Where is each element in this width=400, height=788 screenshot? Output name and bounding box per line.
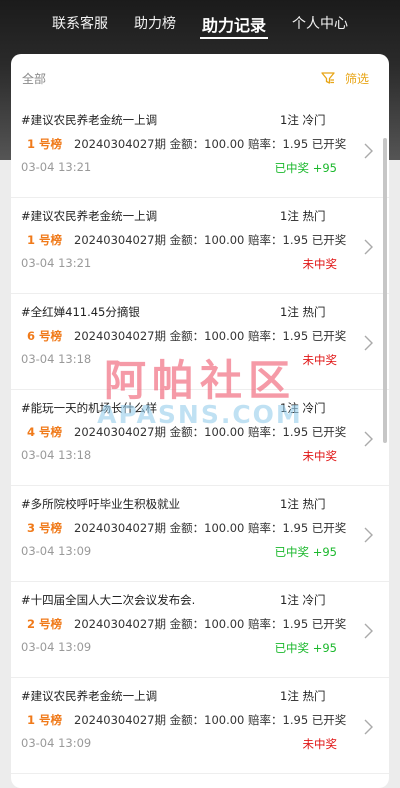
record-title: #全红婵411.45分摘银	[21, 305, 140, 319]
chevron-right-icon	[364, 143, 373, 159]
record-board: 1 号榜	[27, 713, 63, 727]
record-result: 未中奖	[302, 737, 338, 751]
record-title: #十四届全国人大二次会议发布会.	[21, 593, 196, 607]
record-count: 1注 热门	[280, 209, 326, 223]
record-row[interactable]: #建议农民养老金统一上调 1注 热门 1 号榜 20240304027期 金额：…	[11, 678, 389, 774]
record-result: 未中奖	[302, 257, 338, 271]
record-time: 03-04 13:21	[21, 256, 92, 270]
filter-funnel-icon	[321, 72, 335, 84]
record-result: 已中奖 +95	[274, 641, 337, 655]
records-list: #建议农民养老金统一上调 1注 冷门 1 号榜 20240304027期 金额：…	[11, 102, 389, 774]
chevron-right-icon	[364, 623, 373, 639]
record-time: 03-04 13:21	[21, 160, 92, 174]
records-card: 全部 筛选 #建议农民养老金统一上调 1注 冷门 1 号榜 2024030402…	[11, 54, 389, 788]
record-time: 03-04 13:18	[21, 448, 92, 462]
record-count: 1注 热门	[280, 305, 326, 319]
record-count: 1注 冷门	[280, 113, 326, 127]
record-info: 20240304027期 金额：100.00 赔率：1.95 已开奖	[74, 713, 347, 727]
filter-label: 筛选	[344, 71, 369, 86]
record-row[interactable]: #十四届全国人大二次会议发布会. 1注 冷门 2 号榜 20240304027期…	[11, 582, 389, 678]
record-info: 20240304027期 金额：100.00 赔率：1.95 已开奖	[74, 425, 347, 439]
filter-bar: 全部 筛选	[11, 54, 389, 102]
record-time: 03-04 13:18	[21, 352, 92, 366]
record-title: #建议农民养老金统一上调	[21, 689, 158, 703]
chevron-right-icon	[364, 719, 373, 735]
top-nav: 联系客服 助力榜 助力记录 个人中心	[0, 0, 400, 46]
chevron-right-icon	[364, 335, 373, 351]
record-board: 2 号榜	[27, 617, 63, 631]
chevron-right-icon	[364, 527, 373, 543]
record-time: 03-04 13:09	[21, 736, 92, 750]
record-result: 已中奖 +95	[274, 161, 337, 175]
record-result: 已中奖 +95	[274, 545, 337, 559]
record-board: 1 号榜	[27, 137, 63, 151]
record-title: #能玩一天的机场长什么样	[21, 401, 158, 415]
record-board: 6 号榜	[27, 329, 63, 343]
filter-button[interactable]: 筛选	[321, 70, 369, 87]
record-info: 20240304027期 金额：100.00 赔率：1.95 已开奖	[74, 521, 347, 535]
record-row[interactable]: #建议农民养老金统一上调 1注 热门 1 号榜 20240304027期 金额：…	[11, 198, 389, 294]
tab-records[interactable]: 助力记录	[199, 8, 268, 39]
record-count: 1注 冷门	[280, 593, 326, 607]
chevron-right-icon	[364, 239, 373, 255]
record-time: 03-04 13:09	[21, 640, 92, 654]
record-row[interactable]: #建议农民养老金统一上调 1注 冷门 1 号榜 20240304027期 金额：…	[11, 102, 389, 198]
record-info: 20240304027期 金额：100.00 赔率：1.95 已开奖	[74, 329, 347, 343]
filter-all-label[interactable]: 全部	[22, 70, 46, 87]
record-title: #多所院校呼吁毕业生积极就业	[21, 497, 181, 511]
record-board: 3 号榜	[27, 521, 63, 535]
record-result: 未中奖	[302, 353, 338, 367]
record-row[interactable]: #能玩一天的机场长什么样 1注 冷门 4 号榜 20240304027期 金额：…	[11, 390, 389, 486]
record-board: 4 号榜	[27, 425, 63, 439]
tab-customer-service[interactable]: 联系客服	[50, 9, 110, 37]
tab-leaderboard[interactable]: 助力榜	[132, 9, 178, 37]
record-title: #建议农民养老金统一上调	[21, 113, 158, 127]
record-result: 未中奖	[302, 449, 338, 463]
record-count: 1注 热门	[280, 497, 326, 511]
record-count: 1注 热门	[280, 689, 326, 703]
record-time: 03-04 13:09	[21, 544, 92, 558]
record-board: 1 号榜	[27, 233, 63, 247]
record-info: 20240304027期 金额：100.00 赔率：1.95 已开奖	[74, 617, 347, 631]
record-title: #建议农民养老金统一上调	[21, 209, 158, 223]
list-scrollbar[interactable]	[383, 138, 387, 443]
record-info: 20240304027期 金额：100.00 赔率：1.95 已开奖	[74, 137, 347, 151]
record-count: 1注 冷门	[280, 401, 326, 415]
tab-profile[interactable]: 个人中心	[290, 9, 350, 37]
record-row[interactable]: #全红婵411.45分摘银 1注 热门 6 号榜 20240304027期 金额…	[11, 294, 389, 390]
chevron-right-icon	[364, 431, 373, 447]
record-row[interactable]: #多所院校呼吁毕业生积极就业 1注 热门 3 号榜 20240304027期 金…	[11, 486, 389, 582]
record-info: 20240304027期 金额：100.00 赔率：1.95 已开奖	[74, 233, 347, 247]
